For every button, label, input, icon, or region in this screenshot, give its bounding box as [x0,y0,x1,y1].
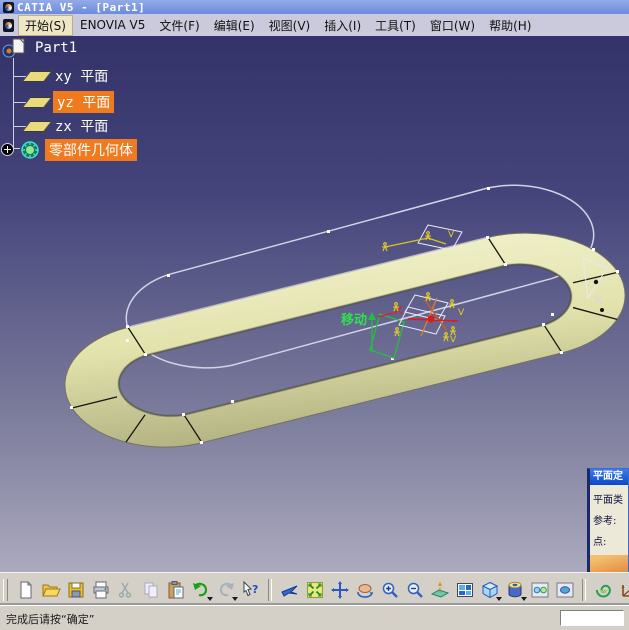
menu-item-enovia[interactable]: ENOVIA V5 [73,16,152,34]
toolbar-grip[interactable] [3,579,8,601]
menu-item-tools[interactable]: 工具(T) [368,15,423,36]
cut-icon[interactable] [113,577,138,602]
spec-tree: Part1 xy 平面 yz 平面 zx 平面 零部件几何体 [0,36,230,206]
pan-icon[interactable] [327,577,352,602]
plane-icon [22,121,53,132]
zoom-in-icon[interactable] [377,577,402,602]
plane-definition-dialog[interactable]: 平面定 平面类 参考: 点: [587,468,629,572]
toolbar-separator [268,579,272,601]
status-message: 完成后请按“确定” [6,611,94,627]
tree-node-label[interactable]: xy 平面 [53,66,110,86]
axis-label-v3: V [448,230,455,240]
rotate-icon[interactable] [352,577,377,602]
open-file-icon[interactable] [38,577,63,602]
tree-node-label[interactable]: zx 平面 [53,116,110,136]
window-title: CATIA V5 - [Part1] [17,1,145,14]
menu-item-edit[interactable]: 编辑(E) [207,15,262,36]
context-help-icon[interactable]: ? [238,577,263,602]
dialog-title-bar[interactable]: 平面定 [590,469,628,485]
undo-icon[interactable] [188,577,213,602]
paste-icon[interactable] [163,577,188,602]
plane-icon [22,71,53,82]
viewport-3d[interactable]: 移动 V V [0,36,629,572]
dialog-field-reference: 参考: [590,506,628,527]
toolbar-separator [582,579,586,601]
menu-item-file[interactable]: 文件(F) [152,15,206,36]
tree-node-root[interactable]: Part1 [2,38,79,58]
tree-node-xy-plane[interactable]: xy 平面 [26,66,110,86]
save-icon[interactable] [63,577,88,602]
dialog-field-plane-type: 平面类 [590,485,628,506]
title-bar[interactable]: CATIA V5 - [Part1] [0,0,629,14]
hide-show-icon[interactable] [527,577,552,602]
fit-all-in-icon[interactable] [302,577,327,602]
tree-node-zx-plane[interactable]: zx 平面 [26,116,110,136]
tree-node-part-body[interactable]: 零部件几何体 [20,139,137,161]
render-style-icon[interactable] [502,577,527,602]
tree-node-label-selected[interactable]: 零部件几何体 [45,139,137,161]
plane-icon [22,97,53,108]
menu-item-insert[interactable]: 插入(I) [317,15,368,36]
redo-icon[interactable] [213,577,238,602]
menu-item-window[interactable]: 窗口(W) [423,15,482,36]
menu-item-help[interactable]: 帮助(H) [482,15,538,36]
multi-view-icon[interactable] [452,577,477,602]
axis-system-icon[interactable] [616,577,629,602]
dialog-field-point: 点: [590,527,628,548]
axis-label-v2: V [450,335,457,345]
status-bar: 完成后请按“确定” [0,605,629,630]
fly-mode-icon[interactable] [277,577,302,602]
swap-visible-space-icon[interactable] [552,577,577,602]
normal-view-icon[interactable] [427,577,452,602]
tree-node-label[interactable]: Part1 [33,40,79,56]
power-input-field[interactable] [560,610,624,626]
app-logo-icon [3,2,14,13]
print-icon[interactable] [88,577,113,602]
document-logo-icon [3,19,14,32]
tree-expander-icon[interactable] [1,143,14,156]
dialog-preview-image [590,555,628,572]
move-annotation: 移动 [341,312,367,328]
standard-toolbar: ? [0,572,629,606]
menu-item-start[interactable]: 开始(S) [18,15,73,36]
catalog-icon[interactable] [591,577,616,602]
axis-label-v: V [458,308,465,318]
part-icon [2,38,28,58]
menu-bar: 开始(S) ENOVIA V5 文件(F) 编辑(E) 视图(V) 插入(I) … [0,14,629,37]
tree-node-label-selected[interactable]: yz 平面 [53,91,114,113]
swept-tube-solid[interactable] [65,233,625,447]
copy-icon[interactable] [138,577,163,602]
zoom-out-icon[interactable] [402,577,427,602]
new-document-icon[interactable] [13,577,38,602]
geometry-body-icon [20,140,40,160]
svg-text:?: ? [252,583,258,596]
menu-item-view[interactable]: 视图(V) [262,15,318,36]
isometric-view-icon[interactable] [477,577,502,602]
tree-node-yz-plane[interactable]: yz 平面 [26,91,114,113]
